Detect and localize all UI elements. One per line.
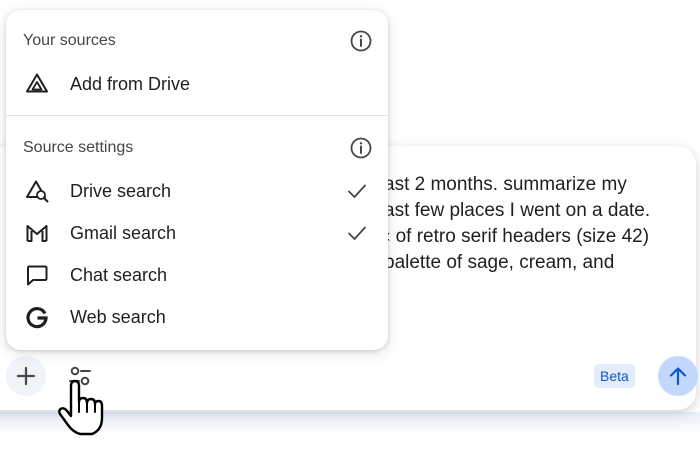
menu-item-web-search[interactable]: Web search [23,299,373,335]
menu-item-label: Chat search [70,264,168,285]
drive-search-icon [23,177,51,205]
menu-divider [6,115,388,116]
arrow-up-icon [669,367,687,386]
check-icon [348,226,366,240]
beta-badge: Beta [594,364,635,388]
add-button[interactable] [6,356,46,396]
menu-item-gmail-search[interactable]: Gmail search [23,215,373,251]
gmail-icon [23,219,51,247]
hand-pointer-icon [58,379,104,436]
source-settings-header: Source settings [23,134,373,162]
info-icon[interactable] [349,29,373,53]
menu-item-label: Web search [70,306,166,327]
plus-icon [16,366,36,386]
prompt-line: ast 2 months. summarize my [384,174,627,195]
drive-icon [23,70,51,98]
prompt-input[interactable]: ast 2 months. summarize my ast few place… [384,172,700,276]
chat-icon [23,261,51,289]
menu-item-label: Gmail search [70,222,177,243]
section-title: Your sources [23,32,116,49]
menu-item-chat-search[interactable]: Chat search [23,257,373,293]
section-title: Source settings [23,139,134,156]
prompt-line: ast few places I went on a date. [384,200,651,221]
menu-item-label: Add from Drive [70,73,191,94]
check-icon [348,184,366,198]
menu-item-drive-search[interactable]: Drive search [23,173,373,209]
menu-item-label: Drive search [70,180,172,201]
info-icon[interactable] [349,136,373,160]
google-icon [23,303,51,331]
sources-menu: Your sources Add from Drive Source setti… [6,10,388,350]
menu-item-add-from-drive[interactable]: Add from Drive [23,66,373,102]
prompt-line: palette of sage, cream, and [384,252,615,273]
prompt-line: ‹ of retro serif headers (size 42) [384,226,650,247]
your-sources-header: Your sources [23,27,373,55]
send-button[interactable] [658,356,698,396]
